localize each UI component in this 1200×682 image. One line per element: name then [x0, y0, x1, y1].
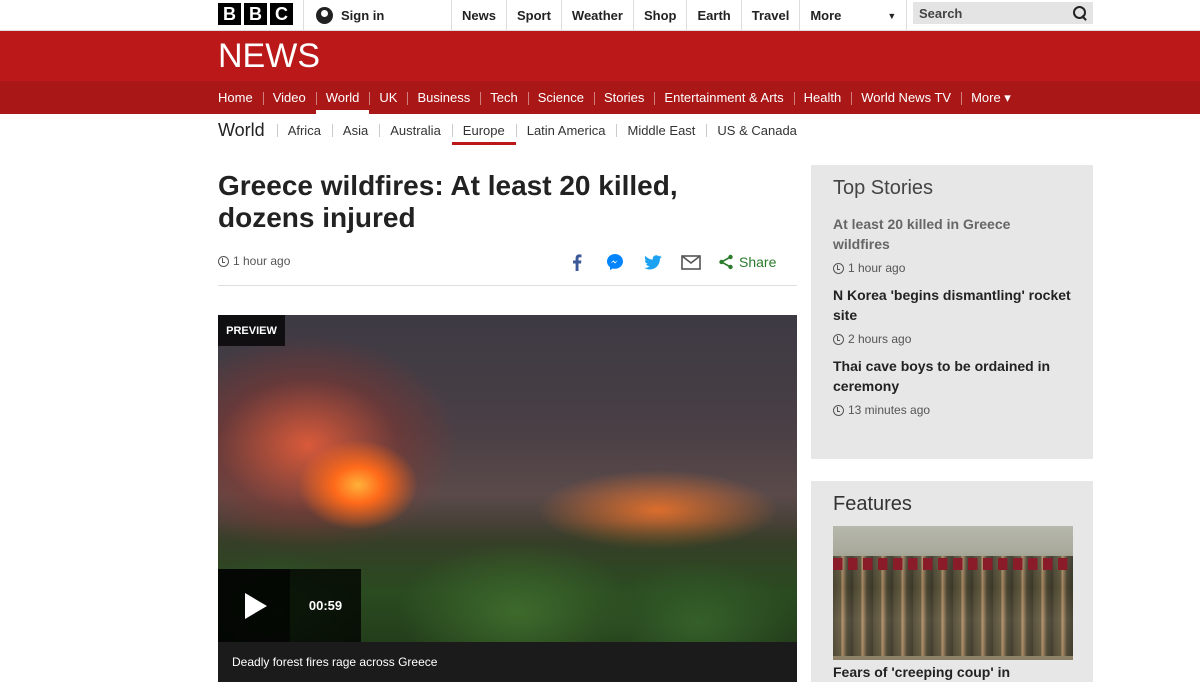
- play-button[interactable]: [218, 569, 290, 642]
- story-title[interactable]: N Korea 'begins dismantling' rocket site: [833, 285, 1071, 325]
- search-placeholder: Search: [919, 5, 963, 21]
- play-controls: 00:59: [218, 569, 361, 642]
- top-link-shop[interactable]: Shop: [632, 0, 687, 31]
- preview-badge: PREVIEW: [218, 315, 285, 346]
- logo-letter: C: [270, 3, 293, 25]
- top-link-weather[interactable]: Weather: [560, 0, 633, 31]
- share-button[interactable]: Share: [718, 254, 776, 270]
- search-icon[interactable]: [1073, 6, 1087, 20]
- messenger-icon[interactable]: [604, 251, 626, 273]
- nav-item-more[interactable]: More ▾: [961, 81, 1021, 114]
- user-icon: [316, 7, 333, 24]
- video-caption: Deadly forest fires rage across Greece: [218, 642, 797, 682]
- play-icon: [245, 592, 267, 619]
- page: B B C Sign in News Sport Weather Shop Ea…: [0, 0, 1200, 682]
- nav-item-world[interactable]: World: [315, 81, 370, 114]
- top-link-travel[interactable]: Travel: [740, 0, 800, 31]
- nav-item-video[interactable]: Video: [262, 81, 316, 114]
- section-title[interactable]: World: [218, 120, 277, 141]
- video-player[interactable]: PREVIEW 00:59 Deadly forest fires rage a…: [218, 315, 797, 682]
- logo-letter: B: [218, 3, 241, 25]
- share-label: Share: [739, 254, 777, 270]
- sign-in-label: Sign in: [341, 8, 385, 23]
- top-more-button[interactable]: More ▼: [799, 0, 908, 31]
- subnav-item-africa[interactable]: Africa: [276, 114, 332, 146]
- top-bar: B B C Sign in News Sport Weather Shop Ea…: [0, 0, 1200, 31]
- bbc-logo[interactable]: B B C: [218, 3, 293, 25]
- top-stories-heading: Top Stories: [833, 177, 934, 199]
- chevron-down-icon: ▼: [887, 10, 897, 21]
- nav-item-world-news-tv[interactable]: World News TV: [851, 81, 961, 114]
- feature-image[interactable]: [833, 526, 1073, 660]
- nav-item-stories[interactable]: Stories: [593, 81, 654, 114]
- features-heading: Features: [833, 493, 912, 515]
- main-nav: Home Video World UK Business Tech Scienc…: [218, 81, 1021, 114]
- story-meta: 13 minutes ago: [833, 403, 1071, 417]
- nav-item-science[interactable]: Science: [527, 81, 594, 114]
- list-item[interactable]: N Korea 'begins dismantling' rocket site…: [833, 285, 1071, 346]
- subnav-item-latin-america[interactable]: Latin America: [515, 114, 617, 146]
- list-item[interactable]: At least 20 killed in Greece wildfires 1…: [833, 214, 1071, 275]
- search-input[interactable]: Search: [913, 2, 1093, 24]
- top-link-sport[interactable]: Sport: [505, 0, 561, 31]
- feature-image-soldiers: [833, 556, 1073, 656]
- video-duration: 00:59: [290, 569, 361, 642]
- subnav-item-us-canada[interactable]: US & Canada: [706, 114, 808, 146]
- share-icon: [719, 254, 733, 270]
- story-title[interactable]: Thai cave boys to be ordained in ceremon…: [833, 356, 1071, 396]
- news-banner: [0, 31, 1200, 81]
- nav-item-home[interactable]: Home: [218, 81, 263, 114]
- clock-icon: [833, 404, 844, 416]
- subnav-item-asia[interactable]: Asia: [331, 114, 379, 146]
- section-nav: World Africa Asia Australia Europe Latin…: [218, 114, 808, 146]
- top-stories-panel: Top Stories At least 20 killed in Greece…: [811, 165, 1093, 459]
- story-time: 1 hour ago: [848, 261, 906, 275]
- facebook-icon[interactable]: [566, 251, 588, 273]
- sign-in-button[interactable]: Sign in: [303, 0, 446, 31]
- article-timestamp: 1 hour ago: [233, 254, 291, 268]
- divider: [218, 285, 797, 286]
- subnav-item-europe[interactable]: Europe: [451, 114, 516, 146]
- top-more-label: More: [810, 8, 842, 23]
- clock-icon: [218, 255, 229, 267]
- story-meta: 1 hour ago: [833, 261, 1071, 275]
- share-tools: Share: [566, 250, 786, 274]
- clock-icon: [833, 333, 844, 345]
- feature-title[interactable]: Fears of 'creeping coup' in: [833, 664, 1071, 680]
- twitter-icon[interactable]: [642, 251, 664, 273]
- story-time: 2 hours ago: [848, 332, 912, 346]
- subnav-item-middle-east[interactable]: Middle East: [616, 114, 706, 146]
- article-meta: 1 hour ago: [218, 254, 290, 268]
- nav-item-business[interactable]: Business: [407, 81, 480, 114]
- logo-letter: B: [244, 3, 267, 25]
- top-links: News Sport Weather Shop Earth Travel Mor…: [451, 0, 908, 31]
- features-panel: Features Fears of 'creeping coup' in: [811, 481, 1093, 682]
- top-link-news[interactable]: News: [451, 0, 506, 31]
- story-meta: 2 hours ago: [833, 332, 1071, 346]
- nav-item-entertainment-arts[interactable]: Entertainment & Arts: [654, 81, 793, 114]
- feature-image-berets: [833, 558, 1073, 570]
- story-title[interactable]: At least 20 killed in Greece wildfires: [833, 214, 1071, 254]
- subnav-item-australia[interactable]: Australia: [379, 114, 452, 146]
- nav-item-uk[interactable]: UK: [369, 81, 407, 114]
- top-link-earth[interactable]: Earth: [686, 0, 740, 31]
- news-logo[interactable]: NEWS: [218, 39, 320, 73]
- email-icon[interactable]: [680, 251, 702, 273]
- article-headline: Greece wildfires: At least 20 killed, do…: [218, 170, 678, 233]
- clock-icon: [833, 262, 844, 274]
- list-item[interactable]: Thai cave boys to be ordained in ceremon…: [833, 356, 1071, 417]
- story-time: 13 minutes ago: [848, 403, 931, 417]
- nav-item-tech[interactable]: Tech: [480, 81, 527, 114]
- nav-item-health[interactable]: Health: [793, 81, 852, 114]
